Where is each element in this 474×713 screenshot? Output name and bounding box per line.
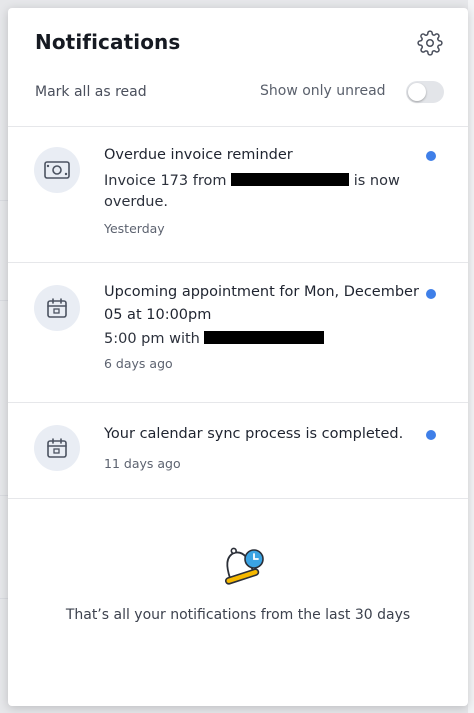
notification-content: Overdue invoice reminder Invoice 173 fro… (104, 144, 422, 236)
notification-timestamp: Yesterday (104, 221, 165, 236)
background-scrollbar-track (468, 0, 474, 713)
redacted-name (231, 173, 350, 186)
gear-icon[interactable] (417, 30, 443, 56)
unread-indicator (426, 289, 436, 299)
bell-clock-icon (224, 547, 264, 585)
notification-body: 5:00 pm with (104, 329, 422, 350)
calendar-icon (34, 425, 80, 471)
notification-item[interactable]: Your calendar sync process is completed.… (8, 403, 468, 499)
notification-content: Upcoming appointment for Mon, December 0… (104, 281, 422, 371)
redacted-name (204, 331, 325, 344)
notification-body: Invoice 173 from is now overdue. (104, 171, 422, 213)
notification-content: Your calendar sync process is completed.… (104, 423, 422, 471)
toggle-knob (408, 83, 426, 101)
notification-title: Upcoming appointment for Mon, December 0… (104, 284, 419, 323)
notification-item[interactable]: Upcoming appointment for Mon, December 0… (8, 263, 468, 403)
notification-timestamp: 6 days ago (104, 356, 173, 371)
notification-item[interactable]: Overdue invoice reminder Invoice 173 fro… (8, 127, 468, 263)
notification-list: Overdue invoice reminder Invoice 173 fro… (8, 126, 468, 499)
notification-title: Overdue invoice reminder (104, 147, 293, 163)
money-icon (34, 147, 80, 193)
unread-indicator (426, 430, 436, 440)
end-of-list-message: That’s all your notifications from the l… (65, 607, 411, 623)
panel-title: Notifications (35, 30, 181, 54)
notification-body-prefix: Invoice 173 from (104, 173, 227, 189)
notifications-footer: That’s all your notifications from the l… (8, 499, 468, 706)
notifications-panel: Notifications Mark all as read Show only… (8, 8, 468, 706)
notification-timestamp: 11 days ago (104, 456, 181, 471)
unread-indicator (426, 151, 436, 161)
show-only-unread-toggle[interactable] (406, 81, 444, 103)
notification-body-prefix: 5:00 pm with (104, 331, 200, 347)
calendar-icon (34, 285, 80, 331)
show-only-unread-label: Show only unread (260, 83, 386, 99)
notification-title: Your calendar sync process is completed. (104, 426, 404, 442)
notifications-header: Notifications Mark all as read Show only… (8, 8, 468, 126)
mark-all-read-link[interactable]: Mark all as read (35, 84, 147, 100)
